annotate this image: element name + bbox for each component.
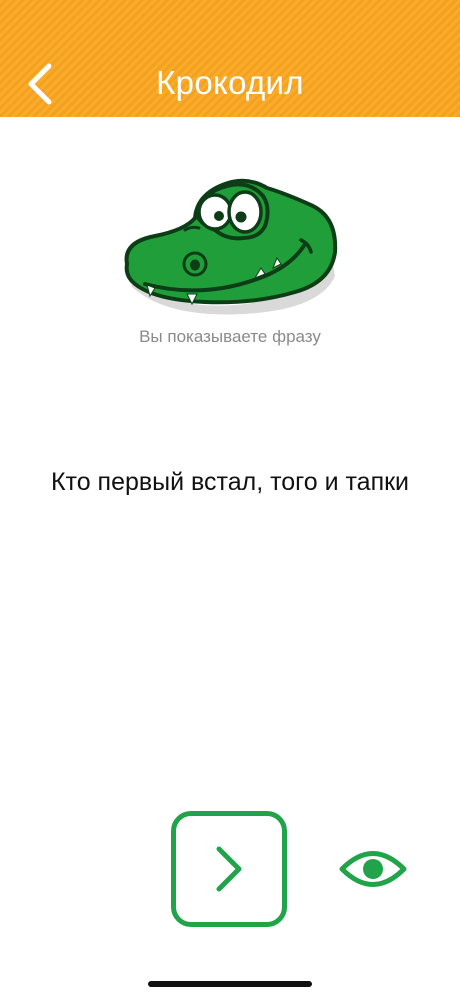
game-screen: Крокодил Вы показываете фразу Кто первый… bbox=[0, 0, 460, 996]
phrase-text: Кто первый встал, того и тапки bbox=[50, 468, 410, 496]
crocodile-logo bbox=[115, 172, 345, 322]
next-button[interactable] bbox=[171, 811, 287, 927]
page-title: Крокодил bbox=[156, 64, 304, 101]
home-indicator[interactable] bbox=[148, 981, 312, 987]
eye-icon bbox=[339, 851, 407, 887]
app-header: Крокодил bbox=[0, 0, 460, 117]
chevron-right-icon bbox=[216, 846, 242, 892]
mode-subtitle: Вы показываете фразу bbox=[139, 327, 321, 346]
reveal-button[interactable] bbox=[338, 846, 408, 892]
